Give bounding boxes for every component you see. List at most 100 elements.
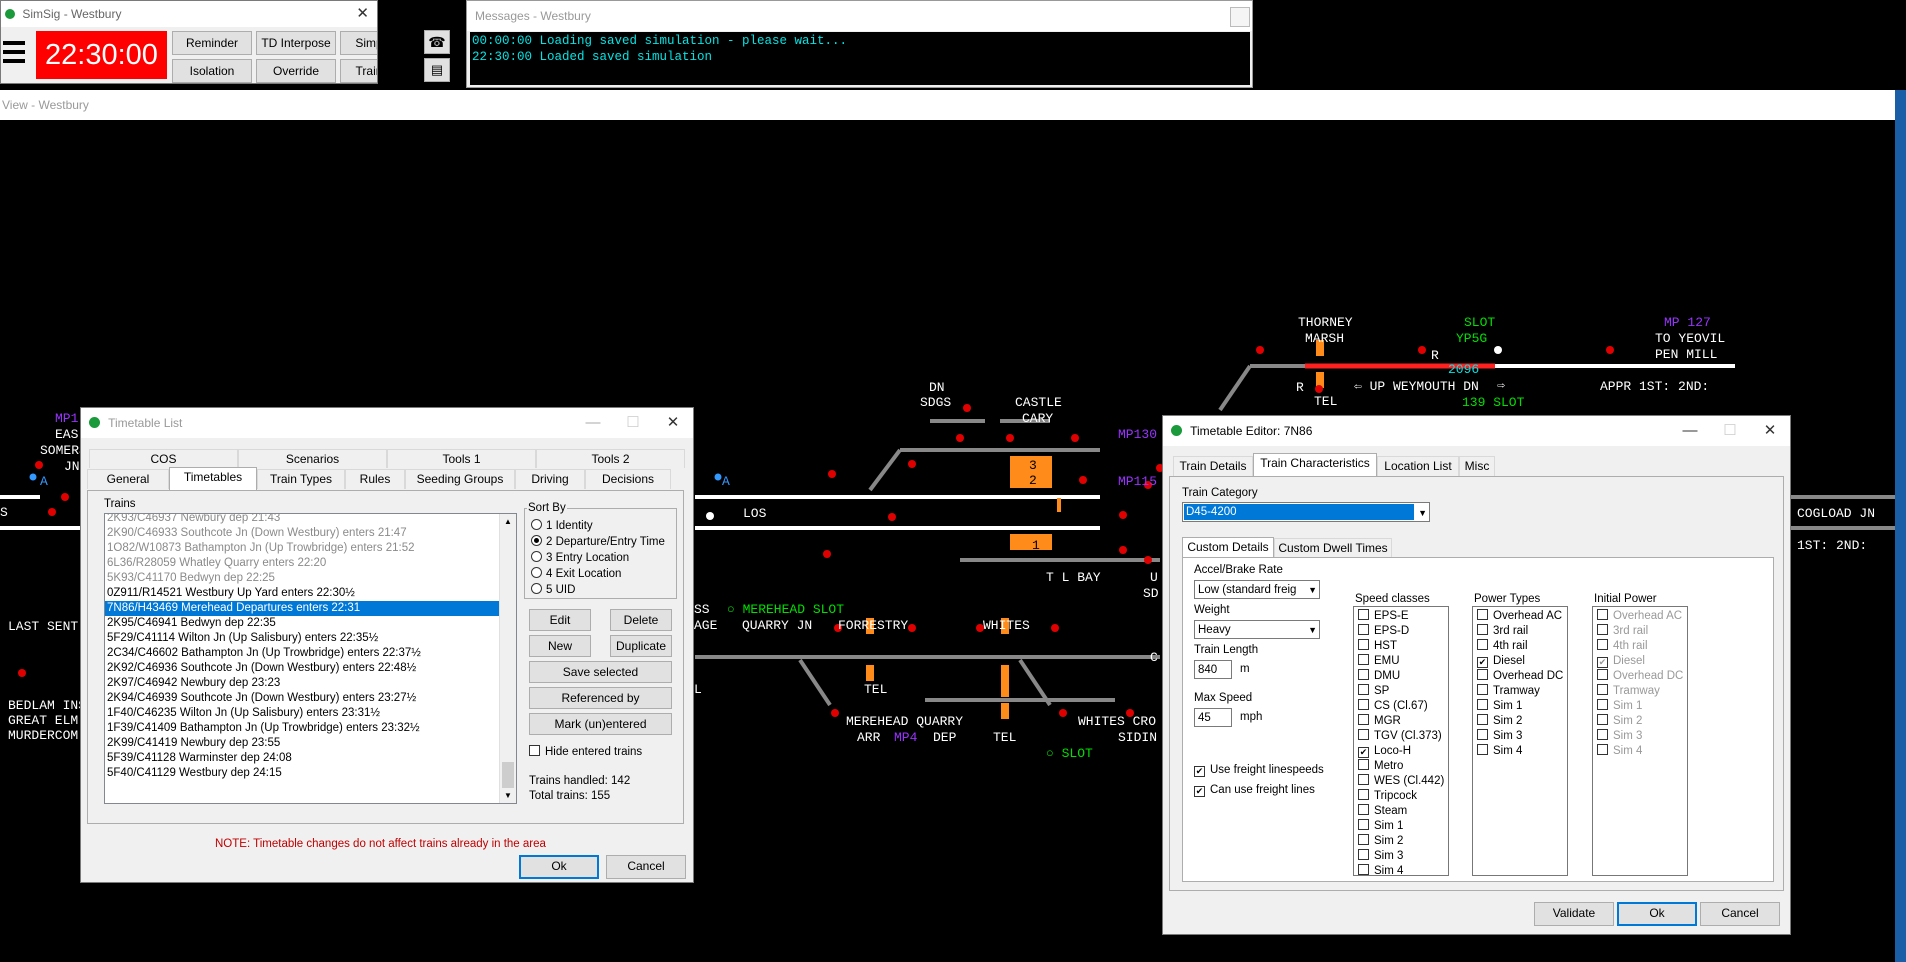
reminder-button[interactable]: Reminder bbox=[172, 31, 252, 55]
tab-cos[interactable]: COS bbox=[89, 449, 238, 468]
close-icon[interactable]: ✕ bbox=[653, 408, 693, 438]
speed-class-item[interactable]: ✔ Loco-H bbox=[1356, 744, 1444, 759]
tab-general[interactable]: General bbox=[87, 469, 169, 489]
delete-button[interactable]: Delete bbox=[610, 609, 672, 631]
initial-power-item[interactable]: Overhead DC bbox=[1595, 669, 1683, 684]
train-list-button[interactable]: Train List bbox=[340, 59, 377, 83]
sort-option[interactable]: 5 UID bbox=[529, 583, 665, 599]
trains-list[interactable]: 2K93/C46937 Newbury dep 21:43 2K90/C46933… bbox=[104, 513, 517, 804]
tab-rules[interactable]: Rules bbox=[345, 469, 405, 489]
power-type-item[interactable]: Sim 4 bbox=[1475, 744, 1563, 759]
initial-power-item[interactable]: ✔ Diesel bbox=[1595, 654, 1683, 669]
menu-icon[interactable] bbox=[3, 39, 25, 69]
initial-power-item[interactable]: Tramway bbox=[1595, 684, 1683, 699]
train-list-item[interactable]: 5K93/C41170 Bedwyn dep 22:25 bbox=[105, 571, 500, 586]
isolation-button[interactable]: Isolation bbox=[172, 59, 252, 83]
cancel-button[interactable]: Cancel bbox=[606, 855, 686, 879]
speed-class-item[interactable]: EMU bbox=[1356, 654, 1444, 669]
train-list-item[interactable]: 1F39/C41409 Bathampton Jn (Up Trowbridge… bbox=[105, 721, 500, 736]
tab-misc[interactable]: Misc bbox=[1459, 456, 1495, 476]
scroll-up-icon[interactable]: ▲ bbox=[500, 514, 516, 529]
tab-train-details[interactable]: Train Details bbox=[1173, 456, 1253, 476]
sort-option[interactable]: 3 Entry Location bbox=[529, 551, 665, 567]
length-input[interactable]: 840 bbox=[1194, 660, 1232, 679]
speed-class-item[interactable]: HST bbox=[1356, 639, 1444, 654]
speed-class-item[interactable]: SP bbox=[1356, 684, 1444, 699]
tab-train-characteristics[interactable]: Train Characteristics bbox=[1253, 453, 1377, 477]
train-list-item[interactable]: 6L36/R28059 Whatley Quarry enters 22:20 bbox=[105, 556, 500, 571]
ok-button[interactable]: Ok bbox=[519, 855, 599, 879]
speed-class-item[interactable]: Sim 4 bbox=[1356, 864, 1444, 879]
power-type-item[interactable]: Overhead DC bbox=[1475, 669, 1563, 684]
td-interpose-button[interactable]: TD Interpose bbox=[256, 31, 336, 55]
train-list-item[interactable]: 2K94/C46939 Southcote Jn (Down Westbury)… bbox=[105, 691, 500, 706]
weight-select[interactable]: Heavy ▼ bbox=[1194, 620, 1320, 639]
save-selected-button[interactable]: Save selected bbox=[529, 661, 672, 683]
duplicate-button[interactable]: Duplicate bbox=[610, 635, 672, 657]
tab-decisions[interactable]: Decisions bbox=[585, 469, 671, 489]
referenced-by-button[interactable]: Referenced by bbox=[529, 687, 672, 709]
train-list-item[interactable]: 5F29/C41114 Wilton Jn (Up Salisbury) ent… bbox=[105, 631, 500, 646]
minimize-icon[interactable] bbox=[1230, 7, 1250, 27]
power-type-item[interactable]: Sim 2 bbox=[1475, 714, 1563, 729]
train-list-item[interactable]: 2K95/C46941 Bedwyn dep 22:35 bbox=[105, 616, 500, 631]
initial-power-item[interactable]: Sim 4 bbox=[1595, 744, 1683, 759]
speed-class-item[interactable]: MGR bbox=[1356, 714, 1444, 729]
close-icon[interactable]: ✕ bbox=[1750, 416, 1790, 446]
maximize-icon[interactable]: ☐ bbox=[1710, 416, 1750, 446]
sort-option[interactable]: 4 Exit Location bbox=[529, 567, 665, 583]
minimize-icon[interactable]: — bbox=[573, 408, 613, 438]
power-type-item[interactable]: 4th rail bbox=[1475, 639, 1563, 654]
speed-class-item[interactable]: DMU bbox=[1356, 669, 1444, 684]
tab-location-list[interactable]: Location List bbox=[1377, 456, 1459, 476]
freight-lines-checkbox[interactable]: ✔ Can use freight lines bbox=[1194, 784, 1315, 797]
initial-power-item[interactable]: 4th rail bbox=[1595, 639, 1683, 654]
scroll-down-icon[interactable]: ▼ bbox=[500, 788, 516, 803]
initial-power-item[interactable]: Sim 2 bbox=[1595, 714, 1683, 729]
train-list-item[interactable]: 2K93/C46937 Newbury dep 21:43 bbox=[105, 514, 500, 526]
override-button[interactable]: Override bbox=[256, 59, 336, 83]
train-list-item[interactable]: 2K90/C46933 Southcote Jn (Down Westbury)… bbox=[105, 526, 500, 541]
edit-button[interactable]: Edit bbox=[529, 609, 591, 631]
tab-scenarios[interactable]: Scenarios bbox=[238, 449, 387, 468]
power-type-item[interactable]: Overhead AC bbox=[1475, 609, 1563, 624]
train-list-item[interactable]: 7N86/H43469 Merehead Departures enters 2… bbox=[105, 601, 500, 616]
print-icon[interactable]: ▤ bbox=[424, 58, 450, 82]
initial-power-item[interactable]: Sim 3 bbox=[1595, 729, 1683, 744]
tab-custom-dwell-times[interactable]: Custom Dwell Times bbox=[1274, 538, 1392, 558]
train-list-item[interactable]: 5F39/C41128 Warminster dep 24:08 bbox=[105, 751, 500, 766]
train-list-item[interactable]: 2K99/C41419 Newbury dep 23:55 bbox=[105, 736, 500, 751]
speed-class-item[interactable]: CS (Cl.67) bbox=[1356, 699, 1444, 714]
tab-tools-1[interactable]: Tools 1 bbox=[387, 449, 536, 468]
train-category-select[interactable]: D45-4200 ▼ bbox=[1182, 502, 1430, 522]
speed-class-item[interactable]: Tripcock bbox=[1356, 789, 1444, 804]
tab-train-types[interactable]: Train Types bbox=[257, 469, 345, 489]
cancel-button[interactable]: Cancel bbox=[1700, 902, 1780, 926]
speed-input[interactable]: 45 bbox=[1194, 708, 1232, 727]
speed-class-item[interactable]: TGV (Cl.373) bbox=[1356, 729, 1444, 744]
power-type-item[interactable]: Sim 3 bbox=[1475, 729, 1563, 744]
sort-option[interactable]: 1 Identity bbox=[529, 519, 665, 535]
scrollbar[interactable]: ▲ ▼ bbox=[499, 514, 516, 803]
train-list-item[interactable]: 0Z911/R14521 Westbury Up Yard enters 22:… bbox=[105, 586, 500, 601]
train-list-item[interactable]: 2K97/C46942 Newbury dep 23:23 bbox=[105, 676, 500, 691]
minimize-icon[interactable]: — bbox=[1670, 416, 1710, 446]
speed-class-item[interactable]: EPS-D bbox=[1356, 624, 1444, 639]
tab-timetables[interactable]: Timetables bbox=[169, 467, 257, 490]
power-type-item[interactable]: Tramway bbox=[1475, 684, 1563, 699]
train-list-item[interactable]: 5F40/C41129 Westbury dep 24:15 bbox=[105, 766, 500, 781]
accel-select[interactable]: Low (standard freig ▼ bbox=[1194, 580, 1320, 599]
speed-class-item[interactable]: Sim 1 bbox=[1356, 819, 1444, 834]
ok-button[interactable]: Ok bbox=[1617, 902, 1697, 926]
train-list-item[interactable]: 2K92/C46936 Southcote Jn (Down Westbury)… bbox=[105, 661, 500, 676]
speed-class-item[interactable]: Steam bbox=[1356, 804, 1444, 819]
train-list-item[interactable]: 1F40/C46235 Wilton Jn (Up Salisbury) ent… bbox=[105, 706, 500, 721]
speed-class-item[interactable]: Metro bbox=[1356, 759, 1444, 774]
train-list-item[interactable]: 2C34/C46602 Bathampton Jn (Up Trowbridge… bbox=[105, 646, 500, 661]
train-list-item[interactable]: 1O82/W10873 Bathampton Jn (Up Trowbridge… bbox=[105, 541, 500, 556]
hide-entered-checkbox[interactable]: Hide entered trains bbox=[529, 745, 642, 758]
maximize-icon[interactable]: ☐ bbox=[613, 408, 653, 438]
mark-unentered-button[interactable]: Mark (un)entered bbox=[529, 713, 672, 735]
scroll-thumb[interactable] bbox=[502, 762, 514, 788]
tab-custom-details[interactable]: Custom Details bbox=[1182, 537, 1274, 558]
